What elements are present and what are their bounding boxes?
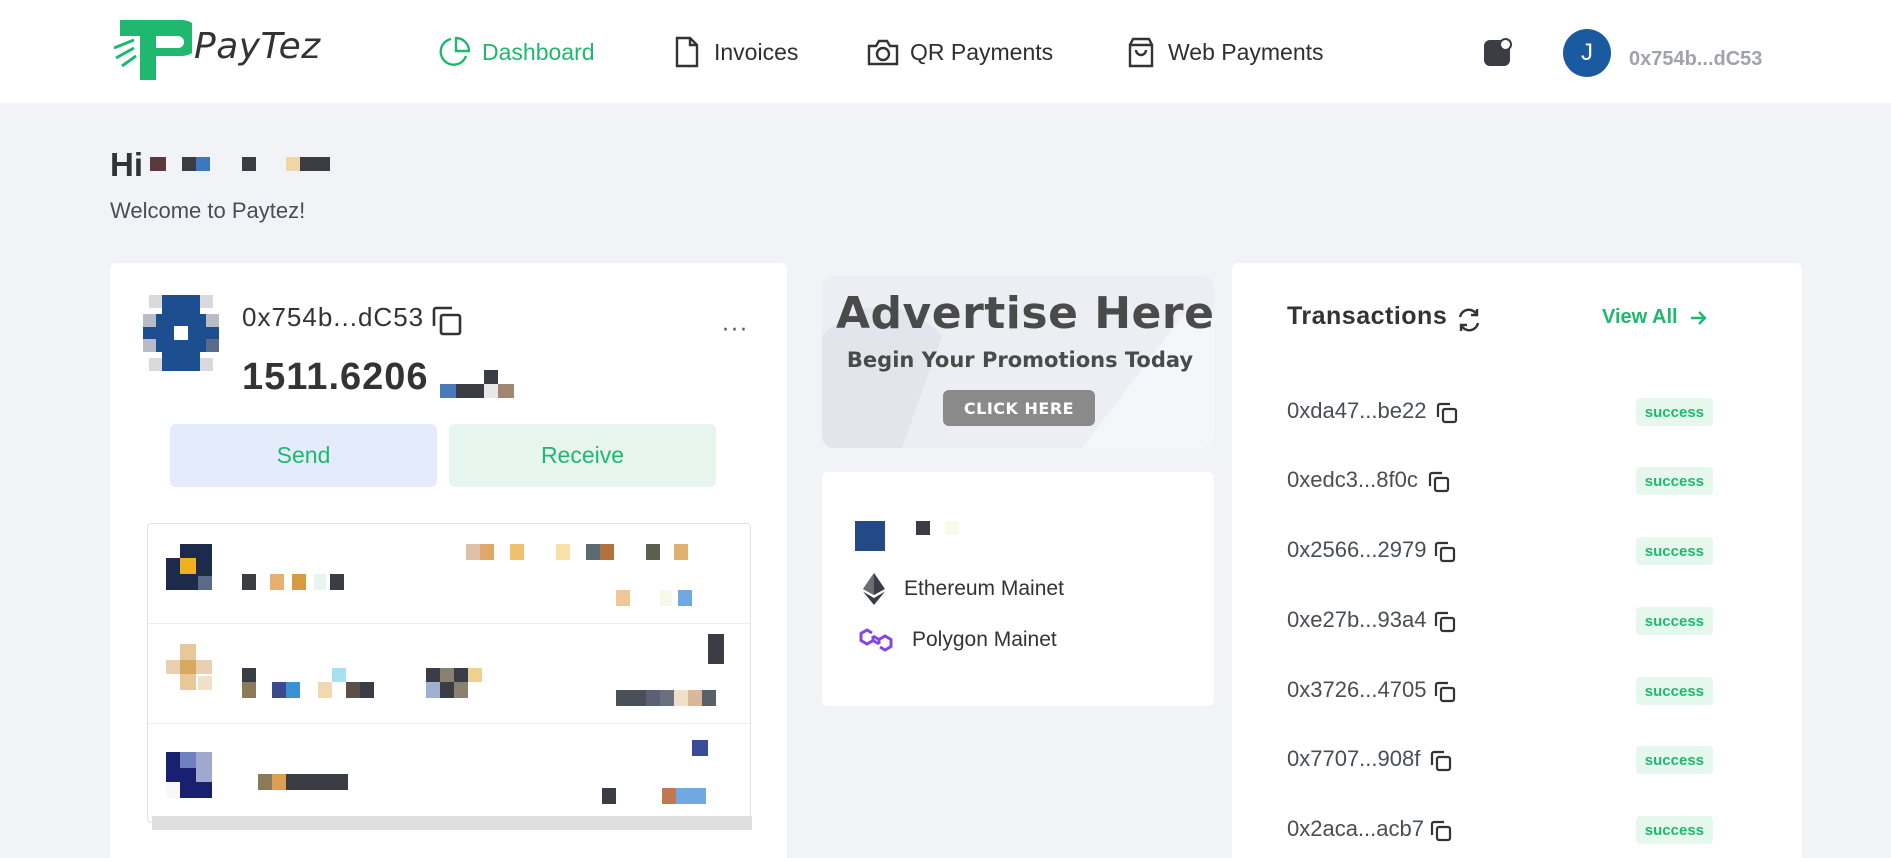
polygon-icon (859, 628, 893, 652)
wallet-address: 0x754b...dC53 (242, 302, 425, 332)
shopping-bag-icon (1128, 37, 1154, 68)
nav-dashboard[interactable]: Dashboard (438, 32, 595, 72)
transaction-hash[interactable]: 0x3726...4705 (1287, 677, 1426, 703)
ethereum-icon (863, 573, 885, 605)
network-polygon-label: Polygon Mainet (912, 628, 1057, 651)
status-badge: success (1635, 816, 1713, 844)
status-badge: success (1635, 537, 1713, 565)
nav-web-payments[interactable]: Web Payments (1124, 32, 1324, 72)
header-wallet-address[interactable]: 0x754b...dC53 (1629, 48, 1762, 71)
ad-click-button[interactable]: CLICK HERE (943, 390, 1095, 426)
token-name-redacted (242, 668, 482, 698)
token-name-redacted (242, 574, 344, 590)
ad-title: Advertise Here (836, 288, 1214, 339)
nav-invoices-label: Invoices (714, 38, 799, 65)
nav-web-payments-label: Web Payments (1168, 38, 1324, 65)
copy-address-icon[interactable] (430, 304, 464, 338)
copy-hash-icon[interactable] (1429, 819, 1453, 843)
token-amount-redacted (616, 690, 716, 706)
copy-hash-icon[interactable] (1433, 610, 1457, 634)
transaction-hash[interactable]: 0x2566...2979 (1287, 537, 1426, 563)
token-row[interactable] (148, 724, 750, 824)
copy-hash-icon[interactable] (1435, 401, 1459, 425)
transaction-row[interactable]: 0x2566...2979 success (1287, 537, 1713, 567)
advertise-banner[interactable]: Advertise Here Begin Your Promotions Tod… (822, 276, 1214, 448)
token-icon (166, 544, 212, 590)
redacted-unit (440, 370, 514, 398)
transaction-row[interactable]: 0x7707...908f success (1287, 746, 1713, 776)
token-amount-redacted (602, 788, 706, 804)
nav-invoices[interactable]: Invoices (670, 32, 798, 72)
greeting-hi: Hi (110, 146, 143, 183)
paytez-logo[interactable] (112, 18, 192, 86)
status-badge: success (1635, 467, 1713, 495)
transaction-row[interactable]: 0x3726...4705 success (1287, 677, 1713, 707)
theme-toggle-icon[interactable] (1484, 38, 1512, 66)
token-icon (166, 752, 212, 798)
pie-chart-icon (439, 36, 471, 66)
transaction-row[interactable]: 0xedc3...8f0c success (1287, 467, 1713, 497)
file-icon (675, 36, 699, 68)
token-row[interactable] (148, 624, 750, 724)
token-row[interactable] (148, 524, 750, 624)
transactions-title: Transactions (1287, 302, 1448, 330)
nav-qr-payments-label: QR Payments (910, 38, 1054, 65)
token-list-scrollbar[interactable] (152, 816, 752, 830)
token-amount-redacted (616, 590, 692, 606)
token-value-redacted (708, 634, 724, 664)
transaction-hash[interactable]: 0x7707...908f (1287, 746, 1420, 772)
transaction-row[interactable]: 0xe27b...93a4 success (1287, 607, 1713, 637)
token-icon (166, 644, 212, 690)
more-options-icon[interactable]: ··· (722, 318, 749, 343)
redacted-network-header (855, 521, 959, 551)
view-all-label: View All (1602, 306, 1678, 328)
wallet-balance: 1511.6206 (242, 356, 429, 398)
status-badge: success (1635, 746, 1713, 774)
view-all-link[interactable]: View All (1602, 306, 1708, 329)
transaction-hash[interactable]: 0xda47...be22 (1287, 398, 1426, 424)
ad-subtitle: Begin Your Promotions Today (846, 348, 1194, 372)
status-badge: success (1635, 398, 1713, 426)
transaction-row[interactable]: 0x2aca...acb7 success (1287, 816, 1713, 846)
token-name-redacted (258, 774, 348, 790)
status-badge: success (1635, 607, 1713, 635)
brand-name: PayTez (194, 26, 321, 67)
welcome-message: Welcome to Paytez! (110, 198, 306, 223)
copy-hash-icon[interactable] (1429, 749, 1453, 773)
nav-dashboard-label: Dashboard (482, 38, 595, 65)
camera-icon (867, 39, 899, 66)
nav-qr-payments[interactable]: QR Payments (866, 32, 1053, 72)
refresh-icon[interactable] (1455, 306, 1483, 334)
transaction-hash[interactable]: 0xedc3...8f0c (1287, 467, 1418, 493)
redacted-name (150, 157, 330, 171)
top-header: PayTez Dashboard Invoices QR Payments We… (0, 0, 1891, 103)
transaction-hash[interactable]: 0xe27b...93a4 (1287, 607, 1426, 633)
network-ethereum[interactable]: Ethereum Mainet (862, 572, 1064, 606)
copy-hash-icon[interactable] (1427, 470, 1451, 494)
receive-button[interactable]: Receive (449, 424, 716, 487)
transaction-hash[interactable]: 0x2aca...acb7 (1287, 816, 1424, 842)
transaction-row[interactable]: 0xda47...be22 success (1287, 398, 1713, 428)
send-button[interactable]: Send (170, 424, 437, 487)
status-badge: success (1635, 677, 1713, 705)
network-polygon[interactable]: Polygon Mainet (858, 625, 1057, 655)
wallet-identicon (143, 295, 219, 371)
arrow-right-icon (1690, 310, 1707, 325)
copy-hash-icon[interactable] (1433, 540, 1457, 564)
token-value-redacted (466, 544, 688, 560)
avatar[interactable]: J (1563, 29, 1611, 77)
copy-hash-icon[interactable] (1433, 680, 1457, 704)
token-value-redacted (692, 740, 708, 756)
network-ethereum-label: Ethereum Mainet (904, 577, 1064, 600)
token-list (147, 523, 751, 823)
